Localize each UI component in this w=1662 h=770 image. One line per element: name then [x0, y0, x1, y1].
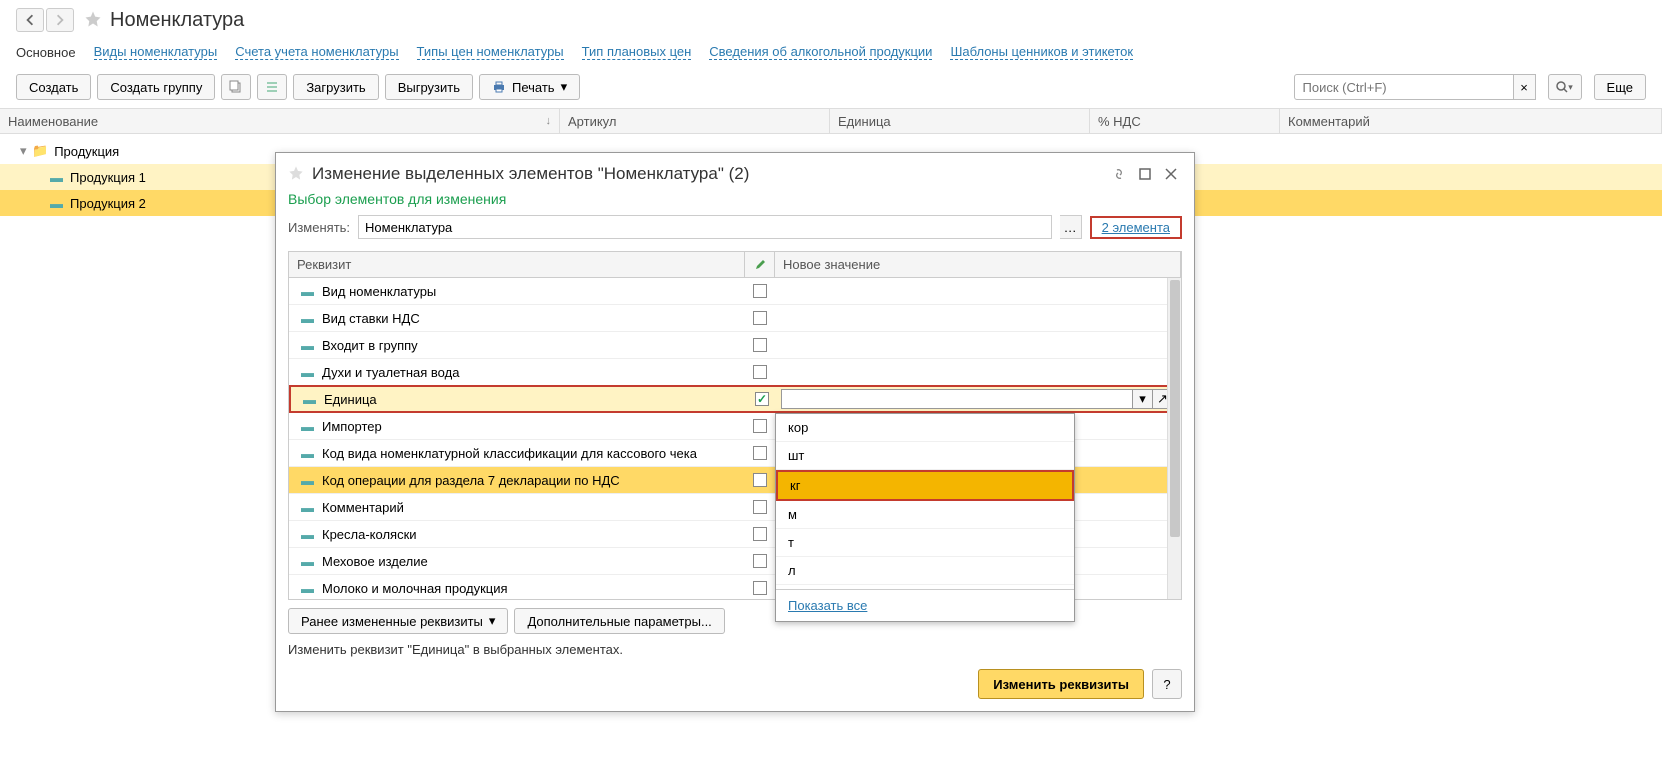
attr-checkbox[interactable]	[755, 392, 769, 406]
print-button[interactable]: Печать ▾	[479, 74, 580, 100]
dropdown-item[interactable]: кг	[776, 470, 1074, 501]
dialog-star-icon[interactable]	[288, 165, 304, 184]
caret-icon[interactable]: ▾	[20, 143, 32, 159]
change-select-button[interactable]: …	[1060, 215, 1082, 239]
link-icon[interactable]	[1108, 163, 1130, 185]
col-vat[interactable]: % НДС	[1090, 109, 1280, 133]
list-button[interactable]	[257, 74, 287, 100]
attr-checkbox[interactable]	[753, 500, 767, 514]
nav-link-3[interactable]: Тип плановых цен	[582, 44, 692, 60]
load-button[interactable]: Загрузить	[293, 74, 378, 100]
item-icon: ▬	[301, 446, 314, 461]
search-clear-button[interactable]: ×	[1514, 74, 1536, 100]
col-unit[interactable]: Единица	[830, 109, 1090, 133]
change-input[interactable]: Номенклатура	[358, 215, 1052, 239]
more-button[interactable]: Еще	[1594, 74, 1646, 100]
show-all-link[interactable]: Показать все	[788, 598, 867, 613]
attr-row[interactable]: ▬Вид ставки НДС	[289, 305, 1181, 332]
attr-checkbox[interactable]	[753, 284, 767, 298]
attr-checkbox[interactable]	[753, 338, 767, 352]
favorite-icon[interactable]	[84, 10, 102, 31]
dialog-subtitle: Выбор элементов для изменения	[276, 191, 1194, 213]
nav-back-button[interactable]	[16, 8, 44, 32]
export-button[interactable]: Выгрузить	[385, 74, 473, 100]
dialog-title: Изменение выделенных элементов "Номенкла…	[312, 164, 1104, 184]
val-col-header[interactable]: Новое значение	[775, 252, 1181, 277]
col-article[interactable]: Артикул	[560, 109, 830, 133]
dropdown-item[interactable]: т	[776, 529, 1074, 557]
nav-link-4[interactable]: Сведения об алкогольной продукции	[709, 44, 932, 60]
dialog-message: Изменить реквизит "Единица" в выбранных …	[276, 634, 1194, 657]
item-icon: ▬	[301, 554, 314, 569]
close-icon[interactable]	[1160, 163, 1182, 185]
nav-forward-button[interactable]	[46, 8, 74, 32]
item-icon: ▬	[50, 170, 64, 185]
col-name[interactable]: Наименование↓	[0, 109, 560, 133]
item-icon: ▬	[301, 581, 314, 596]
dropdown-item[interactable]: л	[776, 557, 1074, 585]
attr-row[interactable]: ▬Входит в группу	[289, 332, 1181, 359]
attr-row[interactable]: ▬Вид номенклатуры	[289, 278, 1181, 305]
create-group-button[interactable]: Создать группу	[97, 74, 215, 100]
dropdown-item[interactable]: кор	[776, 414, 1074, 442]
attr-col-header[interactable]: Реквизит	[289, 252, 745, 277]
apply-button[interactable]: Изменить реквизиты	[978, 669, 1144, 699]
sort-indicator-icon: ↓	[546, 115, 552, 127]
attr-checkbox[interactable]	[753, 419, 767, 433]
change-label: Изменять:	[288, 220, 350, 235]
item-icon: ▬	[301, 419, 314, 434]
item-icon: ▬	[301, 311, 314, 326]
nav-link-2[interactable]: Типы цен номенклатуры	[417, 44, 564, 60]
item-icon: ▬	[301, 338, 314, 353]
attr-checkbox[interactable]	[753, 365, 767, 379]
attr-checkbox[interactable]	[753, 581, 767, 595]
attr-checkbox[interactable]	[753, 554, 767, 568]
item-icon: ▬	[301, 500, 314, 515]
table-header: Наименование↓ Артикул Единица % НДС Комм…	[0, 108, 1662, 134]
attr-checkbox[interactable]	[753, 527, 767, 541]
prev-attrs-button[interactable]: Ранее измененные реквизиты ▾	[288, 608, 508, 634]
col-comment[interactable]: Комментарий	[1280, 109, 1662, 133]
value-dropdown-button[interactable]: ▾	[1133, 389, 1153, 409]
nav-link-0[interactable]: Виды номенклатуры	[94, 44, 218, 60]
nav-main[interactable]: Основное	[16, 45, 76, 60]
edit-col-header[interactable]	[745, 252, 775, 277]
extra-params-button[interactable]: Дополнительные параметры...	[514, 608, 724, 634]
nav-link-5[interactable]: Шаблоны ценников и этикеток	[950, 44, 1133, 60]
item-icon: ▬	[301, 365, 314, 380]
item-icon: ▬	[301, 527, 314, 542]
unit-dropdown: коршткгмтл Показать все	[775, 413, 1075, 622]
elements-link[interactable]: 2 элемента	[1102, 220, 1170, 235]
item-icon: ▬	[50, 196, 64, 211]
value-input[interactable]	[781, 389, 1133, 409]
item-icon: ▬	[303, 392, 316, 407]
attr-checkbox[interactable]	[753, 473, 767, 487]
attr-row[interactable]: ▬Единица▾↗	[289, 385, 1181, 413]
elements-link-box: 2 элемента	[1090, 216, 1182, 239]
attr-checkbox[interactable]	[753, 446, 767, 460]
maximize-icon[interactable]	[1134, 163, 1156, 185]
attr-checkbox[interactable]	[753, 311, 767, 325]
create-button[interactable]: Создать	[16, 74, 91, 100]
dropdown-item[interactable]: шт	[776, 442, 1074, 470]
page-title: Номенклатура	[110, 9, 244, 32]
search-input[interactable]	[1294, 74, 1514, 100]
copy-button[interactable]	[221, 74, 251, 100]
nav-link-1[interactable]: Счета учета номенклатуры	[235, 44, 398, 60]
attr-row[interactable]: ▬Духи и туалетная вода	[289, 359, 1181, 386]
item-icon: ▬	[301, 473, 314, 488]
folder-icon: 📁	[32, 143, 48, 159]
help-button[interactable]: ?	[1152, 669, 1182, 699]
dropdown-item[interactable]: м	[776, 501, 1074, 529]
scrollbar[interactable]	[1167, 278, 1181, 599]
search-go-button[interactable]: ▾	[1548, 74, 1582, 100]
item-icon: ▬	[301, 284, 314, 299]
